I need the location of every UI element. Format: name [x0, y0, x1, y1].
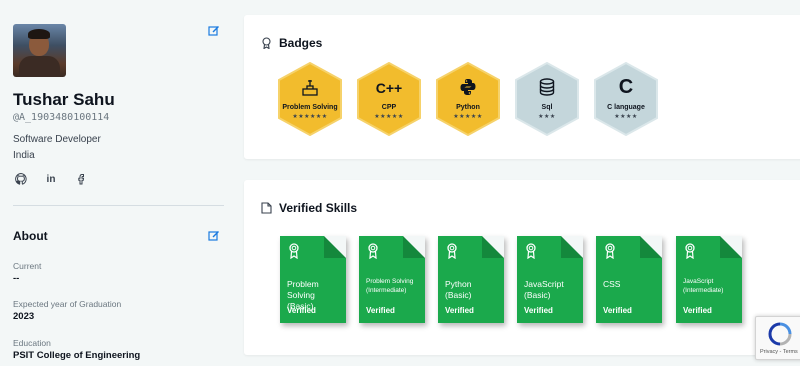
about-heading: About: [13, 229, 48, 243]
certificate-status: Verified: [366, 306, 395, 315]
award-icon: [262, 37, 271, 49]
facebook-icon[interactable]: [74, 172, 88, 186]
linkedin-icon[interactable]: in: [44, 172, 58, 186]
badge-sql[interactable]: Sql ★★★: [514, 62, 580, 136]
certificate-status: Verified: [683, 306, 712, 315]
social-links: in: [14, 172, 88, 186]
certificate-award-icon: [526, 243, 536, 259]
current-label: Current: [13, 261, 42, 271]
certificate-status: Verified: [524, 306, 553, 315]
edit-profile-icon[interactable]: [208, 25, 220, 37]
certificate-name: JavaScript (Basic): [524, 279, 564, 300]
badges-heading: Badges: [279, 36, 323, 50]
badge-name: Sql: [541, 104, 553, 111]
certificate-fold: [324, 236, 346, 258]
badge-stars: ★★★★: [614, 114, 638, 120]
certificate-award-icon: [447, 243, 457, 259]
github-icon[interactable]: [14, 172, 28, 186]
certificate-fold: [482, 236, 504, 258]
certificate-name: Python (Basic): [445, 279, 472, 300]
problem-solving-icon: [302, 80, 318, 96]
current-value: --: [13, 273, 20, 284]
badge-name: C language: [607, 104, 645, 111]
certificate-status: Verified: [287, 306, 316, 315]
badge-name: Python: [456, 104, 480, 111]
certificate-css[interactable]: CSS Verified: [596, 236, 662, 323]
badge-c-language[interactable]: C C language ★★★★: [593, 62, 659, 136]
certificate-javascript-basic[interactable]: JavaScript (Basic) Verified: [517, 236, 583, 323]
badge-cpp[interactable]: C++ CPP ★★★★★: [356, 62, 422, 136]
profile-sidebar: Tushar Sahu @A_1903480100114 Software De…: [0, 0, 236, 366]
badge-stars: ★★★★★★: [292, 114, 328, 120]
certificate-fold: [403, 236, 425, 258]
recaptcha-icon: [768, 322, 792, 346]
certificate-name: CSS: [603, 279, 621, 289]
badge-python[interactable]: Python ★★★★★: [435, 62, 501, 136]
certificate-fold: [561, 236, 583, 258]
certificate-fold: [720, 236, 742, 258]
certificate-award-icon: [605, 243, 615, 259]
recaptcha-widget[interactable]: Privacy - Terms: [755, 316, 800, 360]
badge-problem-solving[interactable]: Problem Solving ★★★★★★: [277, 62, 343, 136]
graduation-year-value: 2023: [13, 311, 35, 322]
graduation-year-label: Expected year of Graduation: [13, 299, 122, 309]
certificate-name: JavaScript (Intermediate): [683, 278, 724, 294]
certificate-award-icon: [289, 243, 299, 259]
sidebar-divider: [13, 205, 224, 206]
certificate-fold: [640, 236, 662, 258]
badge-name: CPP: [381, 104, 397, 111]
badge-stars: ★★★: [538, 114, 556, 120]
badge-stars: ★★★★★: [374, 114, 404, 120]
profile-role: Software Developer: [13, 134, 101, 145]
certificate-python-basic[interactable]: Python (Basic) Verified: [438, 236, 504, 323]
badge-stars: ★★★★★: [453, 114, 483, 120]
cpp-icon: C++: [375, 80, 403, 96]
database-icon: [539, 78, 555, 96]
education-label: Education: [13, 338, 51, 348]
certificate-problem-solving-basic[interactable]: Problem Solving (Basic) Verified: [280, 236, 346, 323]
certificate-name: Problem Solving (Intermediate): [366, 278, 414, 294]
certificate-award-icon: [685, 243, 695, 259]
certificate-award-icon: [368, 243, 378, 259]
edit-about-icon[interactable]: [208, 230, 220, 242]
profile-name: Tushar Sahu: [13, 90, 115, 109]
avatar[interactable]: [13, 24, 66, 77]
verified-skills-heading: Verified Skills: [279, 201, 358, 215]
certificate-problem-solving-intermediate[interactable]: Problem Solving (Intermediate) Verified: [359, 236, 425, 323]
certificate-javascript-intermediate[interactable]: JavaScript (Intermediate) Verified: [676, 236, 742, 323]
profile-handle: @A_1903480100114: [13, 112, 110, 123]
certificate-status: Verified: [445, 306, 474, 315]
certificate-status: Verified: [603, 306, 632, 315]
c-language-icon: C: [618, 76, 634, 98]
document-icon: [261, 202, 272, 214]
recaptcha-links[interactable]: Privacy - Terms: [760, 349, 798, 355]
education-value: PSIT College of Engineering: [13, 350, 141, 361]
badge-name: Problem Solving: [282, 104, 338, 111]
python-icon: [460, 79, 476, 95]
profile-country: India: [13, 150, 35, 161]
badges-card: Badges Problem Solving ★★★★★★ C++ CPP ★★…: [244, 15, 800, 159]
